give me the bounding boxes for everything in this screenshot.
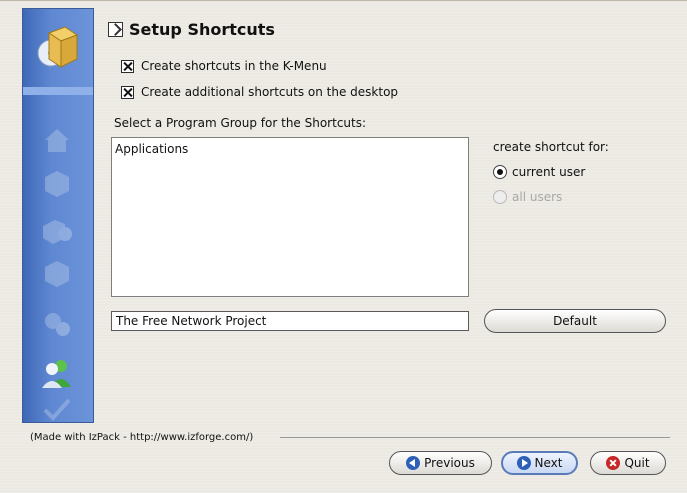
- close-icon: [606, 456, 621, 470]
- gears-icon: [45, 313, 70, 336]
- current-user-radio[interactable]: [493, 165, 507, 179]
- all-users-option: all users: [493, 190, 562, 204]
- packs-icon: [43, 220, 72, 244]
- arrow-left-icon: [406, 456, 421, 470]
- quit-button[interactable]: Quit: [590, 451, 666, 475]
- page-title: Setup Shortcuts: [129, 20, 275, 39]
- installer-sidebar: [22, 8, 94, 423]
- next-button[interactable]: Next: [501, 451, 578, 475]
- default-button[interactable]: Default: [484, 309, 666, 333]
- program-group-field[interactable]: The Free Network Project: [111, 311, 469, 331]
- made-with-label: (Made with IzPack - http://www.izforge.c…: [30, 432, 254, 443]
- current-user-option[interactable]: current user: [493, 165, 585, 179]
- top-border: [0, 0, 687, 1]
- previous-button-label: Previous: [424, 456, 475, 470]
- kmenu-option[interactable]: Create shortcuts in the K-Menu: [121, 59, 327, 73]
- shortcut-arrow-icon: [108, 22, 123, 37]
- checkmark-icon: [43, 398, 71, 421]
- default-button-label: Default: [553, 314, 597, 328]
- footer-divider: [280, 437, 670, 438]
- panel-header: Setup Shortcuts: [108, 20, 275, 39]
- active-step-bar: [23, 87, 93, 95]
- desktop-checkbox-label: Create additional shortcuts on the deskt…: [141, 85, 399, 99]
- desktop-checkbox[interactable]: [121, 85, 134, 99]
- next-button-label: Next: [534, 456, 563, 470]
- all-users-radio: [493, 190, 507, 204]
- arrow-right-icon: [516, 456, 531, 470]
- desktop-option[interactable]: Create additional shortcuts on the deskt…: [121, 85, 398, 99]
- program-group-label: Select a Program Group for the Shortcuts…: [114, 116, 367, 130]
- previous-button[interactable]: Previous: [389, 451, 492, 475]
- quit-button-label: Quit: [624, 456, 650, 470]
- current-user-label: current user: [512, 165, 586, 179]
- package-icon: [45, 171, 69, 197]
- all-users-label: all users: [512, 190, 563, 204]
- program-group-list[interactable]: Applications: [111, 137, 469, 297]
- installer-box-icon: [37, 26, 79, 68]
- home-icon: [45, 129, 69, 152]
- box-icon: [45, 261, 69, 287]
- list-item[interactable]: Applications: [112, 138, 468, 160]
- kmenu-checkbox[interactable]: [121, 59, 134, 73]
- create-for-label: create shortcut for:: [493, 140, 609, 154]
- kmenu-checkbox-label: Create shortcuts in the K-Menu: [141, 59, 327, 73]
- users-icon: [42, 360, 71, 388]
